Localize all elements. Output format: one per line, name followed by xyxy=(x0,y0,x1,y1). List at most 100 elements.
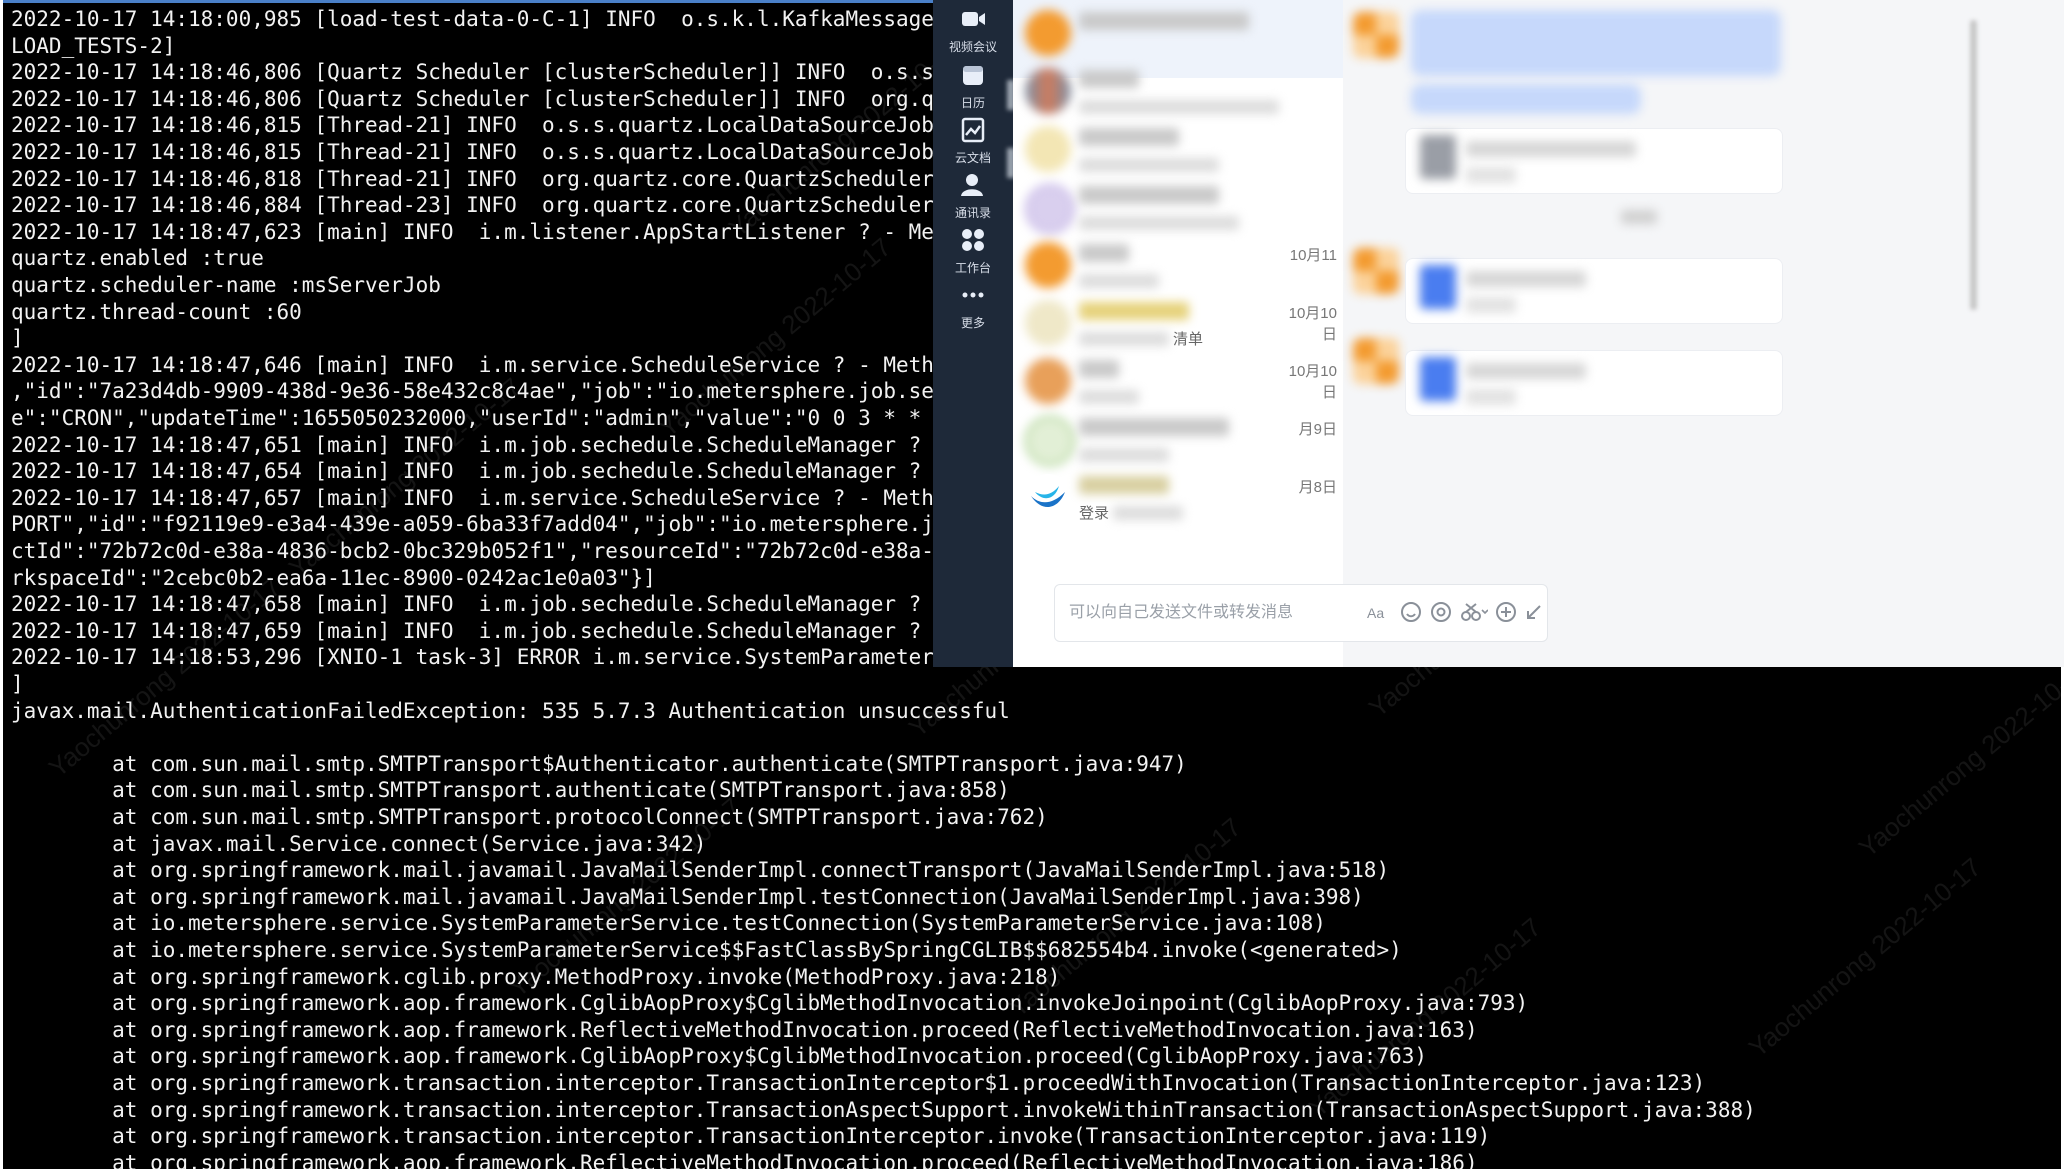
watermark-text: Yaochunrong 2022-10-17 xyxy=(1743,851,1987,1063)
avatar xyxy=(1025,184,1075,234)
terminal-line: e":"CRON","updateTime":1655050232000,"us… xyxy=(11,406,922,430)
terminal-line: at io.metersphere.service.SystemParamete… xyxy=(11,911,1326,936)
scissors-icon[interactable] xyxy=(1460,601,1488,623)
contacts-icon xyxy=(961,174,983,196)
terminal-line: 2022-10-17 14:18:46,806 [Quartz Schedule… xyxy=(11,60,934,85)
svg-text:Aa: Aa xyxy=(1367,605,1384,621)
conversation-preview xyxy=(1079,390,1139,404)
conversation-date: 月9日 xyxy=(1298,421,1337,438)
conversation-name xyxy=(1079,360,1119,378)
terminal-line: 2022-10-17 14:18:46,884 [Thread-23] INFO… xyxy=(11,193,934,218)
nav-label: 视频会议 xyxy=(948,40,997,54)
terminal-line: quartz.enabled :true xyxy=(11,246,264,271)
terminal-line: at org.springframework.aop.framework.Ref… xyxy=(11,1017,1478,1042)
terminal-line: 2022-10-17 14:18:47,623 [main] INFO i.m.… xyxy=(11,219,934,244)
conversation-name xyxy=(1079,476,1169,494)
avatar xyxy=(1353,248,1399,294)
terminal-line: 2022-10-17 14:18:46,815 [Thread-21] INFO… xyxy=(11,140,934,164)
message-bubble[interactable] xyxy=(1411,84,1641,114)
file-card[interactable] xyxy=(1405,128,1783,194)
conversation-name xyxy=(1079,186,1219,204)
avatar xyxy=(1353,12,1399,58)
file-card[interactable] xyxy=(1405,258,1783,324)
terminal-line: 2022-10-17 14:18:00,985 [load-test-data-… xyxy=(11,7,934,31)
terminal-line: javax.mail.AuthenticationFailedException… xyxy=(11,698,1010,723)
terminal-line: 2022-10-17 14:18:47,651 [main] INFO i.m.… xyxy=(11,432,922,457)
conversation-name xyxy=(1079,70,1139,88)
conversation-item[interactable]: 登录 月8日 xyxy=(1013,464,1343,542)
conversation-list-scrollbar[interactable] xyxy=(1970,20,1977,310)
nav-more[interactable]: 更多 xyxy=(933,280,1013,350)
conversation-name xyxy=(1079,12,1249,30)
avatar xyxy=(1025,474,1071,520)
terminal-line: LOAD_TESTS-2] xyxy=(11,33,176,58)
cloud-docs-icon xyxy=(961,117,985,143)
terminal-line: at org.springframework.cglib.proxy.Metho… xyxy=(11,964,1061,989)
terminal-line: 2022-10-17 14:18:46,818 [Thread-21] INFO… xyxy=(11,166,934,191)
conversation-name xyxy=(1079,302,1189,320)
watermark-text: Yaochunrong 2022-10-17 xyxy=(1853,651,2061,863)
message-composer: Aa xyxy=(1054,584,1548,642)
avatar xyxy=(1025,126,1071,172)
file-size xyxy=(1466,167,1516,183)
avatar xyxy=(1025,300,1071,346)
more-icon xyxy=(962,292,984,298)
conversation-date: 月8日 xyxy=(1298,479,1337,496)
avatar xyxy=(1025,10,1071,56)
terminal-line: ] xyxy=(11,672,24,696)
terminal-line: at com.sun.mail.smtp.SMTPTransport$Authe… xyxy=(11,751,1187,776)
conversation-preview xyxy=(1113,506,1183,520)
mention-icon[interactable] xyxy=(1430,601,1452,623)
terminal-line: at org.springframework.aop.framework.Cgl… xyxy=(11,991,1529,1016)
terminal-line: 2022-10-17 14:18:53,296 [XNIO-1 task-3] … xyxy=(11,645,934,670)
terminal-line: 2022-10-17 14:18:47,658 [main] INFO i.m.… xyxy=(11,592,922,617)
message-bubble[interactable] xyxy=(1411,10,1781,76)
font-format-icon[interactable]: Aa xyxy=(1365,601,1387,623)
nav-label: 日历 xyxy=(960,96,985,110)
file-card[interactable] xyxy=(1405,350,1783,416)
terminal-line: 2022-10-17 14:18:47,659 [main] INFO i.m.… xyxy=(11,618,922,643)
nav-label: 工作台 xyxy=(954,261,991,275)
nav-label: 云文档 xyxy=(954,151,991,165)
file-name xyxy=(1466,141,1636,157)
file-icon xyxy=(1420,265,1456,309)
conversation-preview xyxy=(1079,448,1169,462)
conversation-name xyxy=(1079,128,1179,146)
avatar xyxy=(1025,358,1071,404)
app-logo-icon xyxy=(1031,486,1065,508)
nav-rail: 视频会议 日历 云文档 通讯录 工作台 更多 xyxy=(933,0,1015,667)
message-input[interactable] xyxy=(1067,599,1341,627)
emoji-icon[interactable] xyxy=(1400,601,1422,623)
terminal-line: at org.springframework.aop.framework.Cgl… xyxy=(11,1044,1428,1069)
file-size xyxy=(1466,389,1516,405)
workbench-icon xyxy=(962,229,984,251)
nav-label: 更多 xyxy=(960,316,985,330)
add-icon[interactable] xyxy=(1495,601,1517,623)
terminal-line: at javax.mail.Service.connect(Service.ja… xyxy=(11,831,707,856)
terminal-line: 2022-10-17 14:18:46,806 [Quartz Schedule… xyxy=(11,86,934,111)
terminal-line: at org.springframework.aop.framework.Ref… xyxy=(11,1150,1478,1169)
calendar-icon xyxy=(963,66,983,85)
conversation-snippet: 登录 xyxy=(1079,505,1110,522)
terminal-line: quartz.scheduler-name :msServerJob xyxy=(11,273,441,297)
terminal-line: at com.sun.mail.smtp.SMTPTransport.authe… xyxy=(11,778,1010,803)
file-icon xyxy=(1420,357,1456,401)
file-name xyxy=(1466,271,1586,287)
expand-icon[interactable] xyxy=(1523,601,1545,623)
terminal-line: at org.springframework.transaction.inter… xyxy=(11,1124,1491,1149)
terminal-line: at io.metersphere.service.SystemParamete… xyxy=(11,938,1402,962)
avatar xyxy=(1025,416,1075,466)
conversation-name xyxy=(1079,244,1129,262)
terminal-line: at org.springframework.transaction.inter… xyxy=(11,1097,1756,1122)
file-name xyxy=(1466,363,1586,379)
terminal-line: quartz.thread-count :60 xyxy=(11,299,302,324)
video-meeting-icon xyxy=(962,12,985,26)
conversation-name xyxy=(1079,418,1229,436)
terminal-line: at org.springframework.mail.javamail.Jav… xyxy=(11,884,1364,909)
desktop: 2022-10-17 14:18:00,985 [load-test-data-… xyxy=(0,0,2064,1169)
terminal-line: at com.sun.mail.smtp.SMTPTransport.proto… xyxy=(11,805,1048,829)
chat-pane xyxy=(1343,0,2064,667)
conversation-date: 10月10日 xyxy=(1288,305,1337,343)
terminal-line: ,"id":"7a23d4db-9909-438d-9e36-58e432c8c… xyxy=(11,379,934,404)
nav-label: 通讯录 xyxy=(954,206,991,220)
